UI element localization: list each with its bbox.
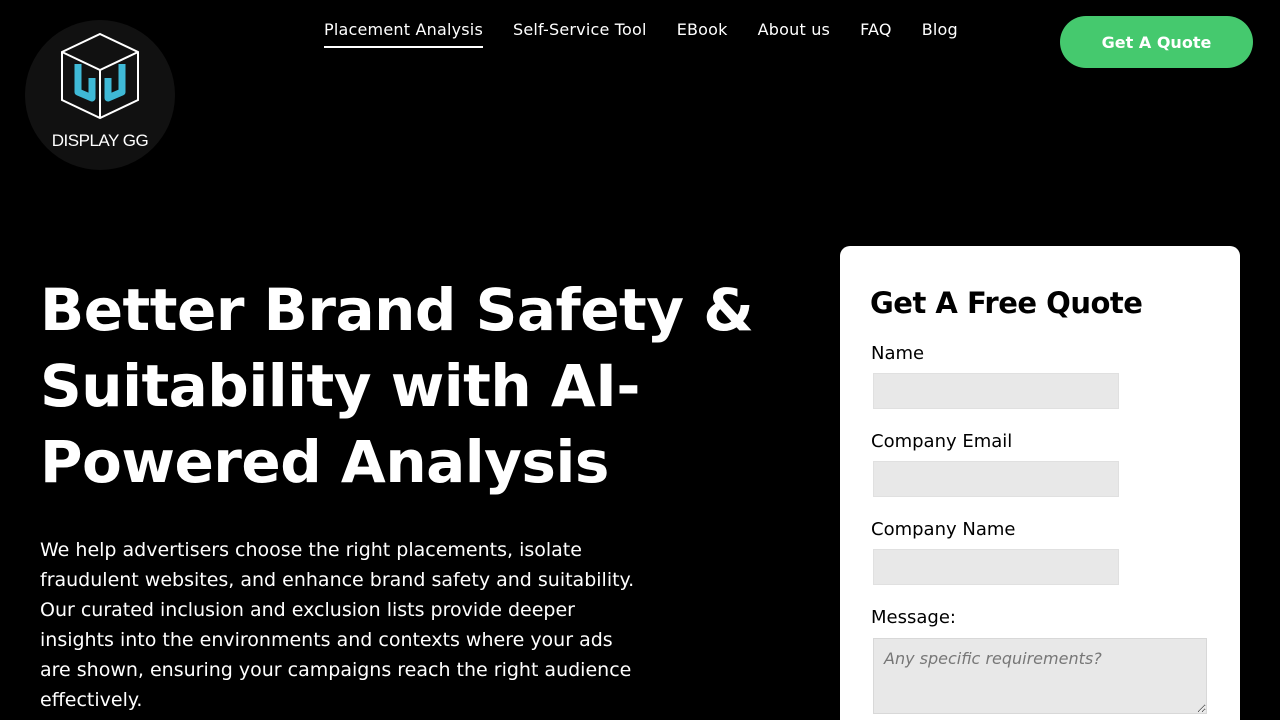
hero-title: Better Brand Safety & Suitability with A… [40, 276, 754, 496]
nav-item-blog[interactable]: Blog [922, 20, 958, 48]
nav-item-self-service-tool[interactable]: Self-Service Tool [513, 20, 647, 48]
hero-description: We help advertisers choose the right pla… [40, 539, 635, 711]
cube-logo-icon [61, 32, 139, 120]
nav-item-ebook[interactable]: EBook [677, 20, 728, 48]
message-textarea[interactable] [873, 638, 1207, 714]
main-nav: Placement Analysis Self-Service Tool EBo… [324, 20, 988, 48]
logo-text: DISPLAY GG [51, 131, 149, 150]
company-name-label: Company Name [871, 519, 1016, 540]
quote-form-card: Get A Free Quote Name Company Email Comp… [840, 246, 1240, 720]
nav-item-about-us[interactable]: About us [758, 20, 830, 48]
brand-logo[interactable]: DISPLAY GG [25, 20, 175, 170]
company-email-input[interactable] [873, 461, 1119, 497]
company-name-input[interactable] [873, 549, 1119, 585]
name-input[interactable] [873, 373, 1119, 409]
nav-item-placement-analysis[interactable]: Placement Analysis [324, 20, 483, 48]
form-title: Get A Free Quote [870, 286, 1143, 320]
nav-item-faq[interactable]: FAQ [860, 20, 892, 48]
page: DISPLAY GG Placement Analysis Self-Servi… [0, 0, 1280, 720]
get-a-quote-button[interactable]: Get A Quote [1060, 16, 1253, 68]
company-email-label: Company Email [871, 431, 1013, 452]
message-label: Message: [871, 607, 956, 628]
name-label: Name [871, 343, 925, 364]
